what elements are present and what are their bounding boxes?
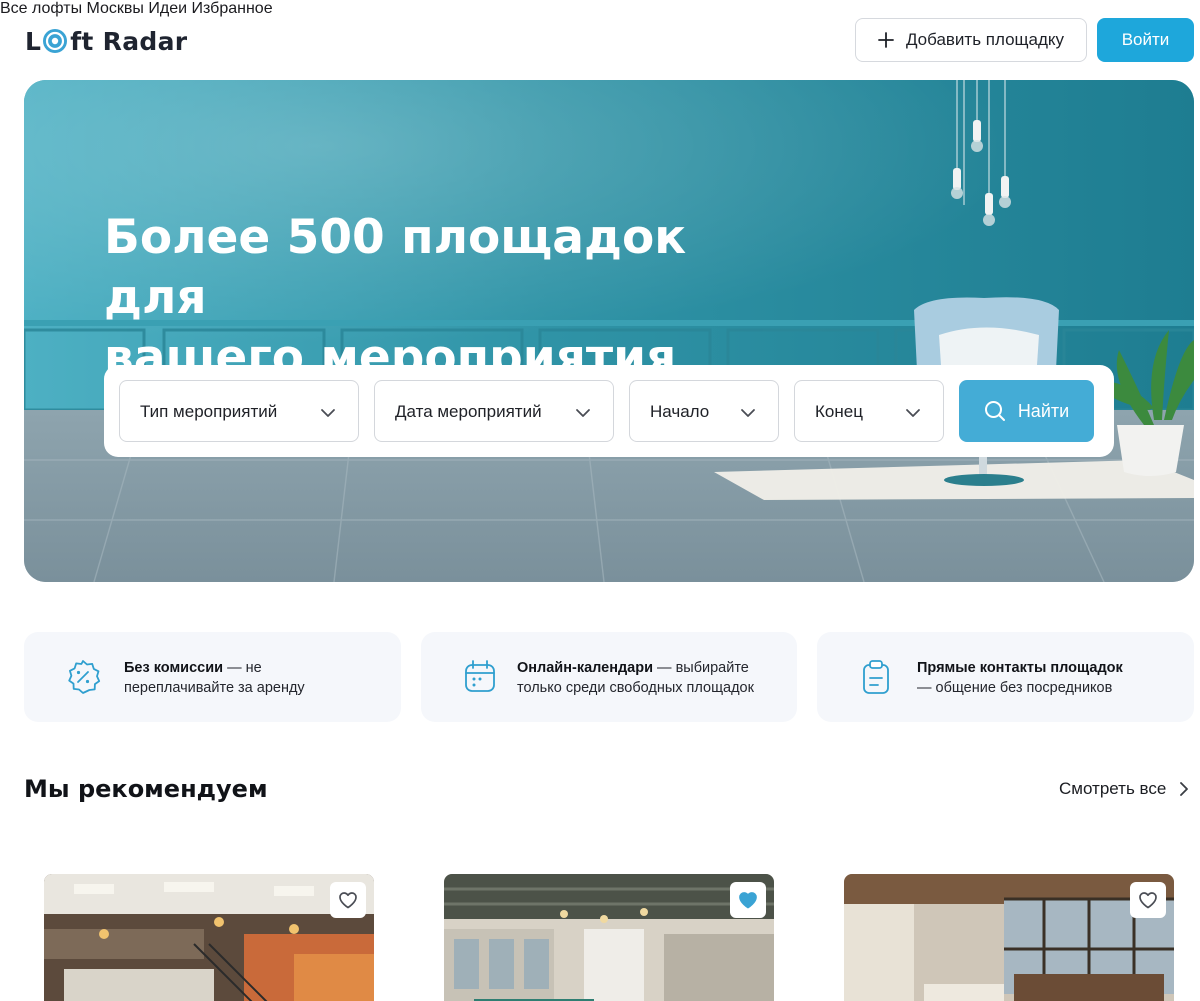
- logo-text-l: L: [25, 26, 42, 56]
- login-button[interactable]: Войти: [1097, 18, 1194, 62]
- chevron-down-icon: [741, 409, 755, 417]
- start-time-label: Начало: [650, 402, 710, 421]
- chevron-down-icon: [321, 409, 335, 417]
- chevron-down-icon: [576, 409, 590, 417]
- feature-line2: переплачивайте за аренду: [124, 680, 305, 696]
- header: L ft Radar Все лофты Москвы Идеи Избранн…: [0, 0, 1200, 80]
- start-time-select[interactable]: Начало: [629, 380, 779, 442]
- calendar-icon: [465, 660, 495, 692]
- feature-no-commission: Без комиссии — не переплачивайте за арен…: [24, 632, 401, 722]
- see-all-link[interactable]: Смотреть все: [1059, 779, 1190, 799]
- heart-outline-icon: [1139, 892, 1157, 909]
- event-type-label: Тип мероприятий: [140, 402, 278, 421]
- logo-text-rest: ft Radar: [70, 26, 188, 56]
- venue-photo: [44, 874, 374, 1001]
- add-venue-button[interactable]: Добавить площадку: [855, 18, 1087, 62]
- venue-photo: [844, 874, 1174, 1001]
- hero-title: Более 500 площадок для вашего мероприяти…: [104, 208, 764, 388]
- search-panel: Тип мероприятий Дата мероприятий Начало …: [104, 365, 1114, 457]
- venue-card[interactable]: [44, 874, 374, 1001]
- venue-card[interactable]: [444, 874, 774, 1001]
- feature-bold: Без комиссии: [124, 660, 224, 676]
- heart-filled-icon: [739, 892, 757, 909]
- login-label: Войти: [1121, 30, 1170, 49]
- hero-banner: Более 500 площадок для вашего мероприяти…: [24, 80, 1194, 582]
- target-icon: [43, 29, 68, 53]
- feature-direct-contacts-text: Прямые контакты площадок — общение без п…: [917, 658, 1123, 698]
- end-time-select[interactable]: Конец: [794, 380, 944, 442]
- see-all-label: Смотреть все: [1059, 779, 1167, 798]
- hero-title-line1: Более 500 площадок для: [104, 210, 687, 325]
- feature-rest: — не: [223, 660, 262, 676]
- end-time-label: Конец: [815, 402, 863, 421]
- feature-line2: только среди свободных площадок: [517, 680, 754, 696]
- add-venue-label: Добавить площадку: [905, 30, 1065, 49]
- logo[interactable]: L ft Radar: [25, 25, 187, 57]
- nav-favorites[interactable]: Избранное: [192, 0, 273, 17]
- feature-bold: Онлайн-календари: [517, 660, 654, 676]
- feature-bold: Прямые контакты площадок: [917, 660, 1123, 676]
- find-button[interactable]: Найти: [959, 380, 1094, 442]
- discount-badge-icon: [68, 660, 101, 694]
- feature-line2: — общение без посредников: [917, 680, 1113, 696]
- venue-card[interactable]: [844, 874, 1174, 1001]
- event-type-select[interactable]: Тип мероприятий: [119, 380, 359, 442]
- favorite-button[interactable]: [730, 882, 766, 918]
- clipboard-icon: [863, 660, 889, 694]
- heart-outline-icon: [339, 892, 357, 909]
- venue-photo: [444, 874, 774, 1001]
- find-label: Найти: [1017, 400, 1070, 421]
- event-date-select[interactable]: Дата мероприятий: [374, 380, 614, 442]
- chevron-down-icon: [906, 409, 920, 417]
- search-icon: [984, 401, 1005, 421]
- favorite-button[interactable]: [330, 882, 366, 918]
- nav-ideas[interactable]: Идеи: [148, 0, 187, 17]
- chevron-right-icon: [1180, 782, 1189, 796]
- feature-rest: — выбирайте: [653, 660, 749, 676]
- feature-online-calendars: Онлайн-календари — выбирайте только сред…: [421, 632, 797, 722]
- section-title: Мы рекомендуем: [24, 775, 268, 803]
- nav-all-lofts[interactable]: Все лофты Москвы: [0, 0, 144, 17]
- event-date-label: Дата мероприятий: [395, 402, 542, 421]
- favorite-button[interactable]: [1130, 882, 1166, 918]
- feature-online-calendars-text: Онлайн-календари — выбирайте только сред…: [517, 658, 754, 698]
- feature-no-commission-text: Без комиссии — не переплачивайте за арен…: [124, 658, 305, 698]
- feature-direct-contacts: Прямые контакты площадок — общение без п…: [817, 632, 1194, 722]
- plus-icon: [878, 32, 894, 48]
